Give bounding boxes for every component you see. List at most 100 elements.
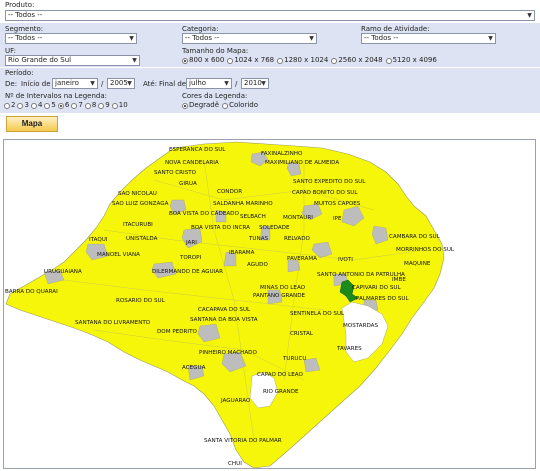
tamanho-option-2560[interactable]: 2560 x 2048: [331, 56, 383, 65]
city-label: IMBE: [392, 277, 406, 283]
city-label: DOM PEDRITO: [157, 329, 197, 335]
tamanho-label: Tamanho do Mapa:: [182, 47, 249, 55]
uf-value: Rio Grande do Sul: [8, 56, 72, 64]
tamanho-option-800[interactable]: 800 x 600: [182, 56, 224, 65]
city-label: MAQUINE: [404, 261, 431, 267]
date-separator: /: [235, 80, 238, 88]
city-label: SANTANA DO LIVRAMENTO: [75, 320, 151, 326]
city-label: IBARAMA: [229, 250, 255, 256]
mes-inicio-value: janeiro: [55, 79, 79, 87]
city-label: ROSARIO DO SUL: [116, 298, 166, 304]
map-frame: ESPERANCA DO SUL FAXINALZINHO NOVA CANDE…: [3, 139, 536, 469]
radio-icon: [111, 102, 118, 109]
city-label: MANOEL VIANA: [97, 252, 140, 258]
produto-label: Produto:: [5, 1, 35, 9]
tamanho-option-5120[interactable]: 5120 x 4096: [385, 56, 437, 65]
city-label: CAPAO BONITO DO SUL: [292, 190, 358, 196]
city-label: IPE: [333, 216, 342, 222]
city-label: SANTO EXPEDITO DO SUL: [293, 179, 366, 185]
filters-row: Segmento: -- Todos -- ▼ Categoria: -- To…: [0, 23, 540, 45]
radio-icon: [44, 102, 51, 109]
intervalo-option-3[interactable]: 3: [17, 101, 29, 110]
city-label: SANTANA DA BOA VISTA: [190, 317, 258, 323]
intervalo-option-label: 10: [118, 101, 128, 109]
city-label: ESPERANCA DO SUL: [169, 147, 226, 153]
chevron-down-icon: ▼: [129, 35, 134, 42]
tamanho-option-label: 800 x 600: [189, 56, 225, 64]
radio-icon: [385, 57, 392, 64]
city-label: IVOTI: [338, 257, 353, 263]
city-label: JARI: [185, 240, 197, 246]
city-label: PAVERAMA: [287, 256, 317, 262]
mes-inicio-select[interactable]: janeiro ▼: [52, 78, 98, 89]
final-label: Final de: [159, 80, 187, 88]
chevron-down-icon: ▼: [527, 12, 532, 19]
intervalo-option-2[interactable]: 2: [4, 101, 15, 110]
cores-option-degrade[interactable]: Degradê: [182, 101, 219, 110]
intervalo-option-4[interactable]: 4: [30, 101, 43, 110]
intervalo-option-label: 6: [64, 101, 70, 109]
tamanho-option-label: 2560 x 2048: [338, 56, 383, 64]
ate-label: Até:: [143, 80, 158, 88]
cores-option-colorido[interactable]: Colorido: [222, 101, 258, 110]
radio-selected-icon: [182, 57, 188, 64]
city-label: TOROPI: [179, 255, 201, 261]
chevron-down-icon: ▼: [309, 35, 314, 42]
intervalo-option-8[interactable]: 8: [84, 101, 96, 110]
city-label: URUGUAIANA: [44, 269, 82, 275]
radio-icon: [227, 57, 234, 64]
tamanho-option-1280[interactable]: 1280 x 1024: [277, 56, 328, 65]
mes-final-select[interactable]: julho ▼: [186, 78, 232, 89]
city-label: ITAQUI: [89, 237, 108, 243]
city-label: PANTANO GRANDE: [253, 293, 306, 299]
chevron-down-icon: ▼: [132, 57, 137, 64]
segmento-select[interactable]: -- Todos -- ▼: [5, 33, 137, 44]
chevron-down-icon: ▼: [127, 80, 132, 87]
date-separator: /: [101, 80, 104, 88]
cores-radios: Degradê Colorido: [182, 101, 258, 110]
ano-final-select[interactable]: 2010 ▼: [241, 78, 269, 89]
radio-selected-icon: [182, 102, 188, 109]
radio-icon: [17, 102, 24, 109]
legend-row: Nº de Intervalos na Legenda: 2 3 4 5 6 7…: [0, 91, 540, 113]
radio-icon: [277, 57, 284, 64]
ano-inicio-select[interactable]: 2005 ▼: [107, 78, 135, 89]
uf-select[interactable]: Rio Grande do Sul ▼: [5, 55, 140, 66]
intervalo-option-label: 5: [51, 101, 56, 109]
city-label: CAPIVARI DO SUL: [352, 285, 401, 291]
city-label: UNISTALDA: [126, 236, 158, 242]
mapa-button[interactable]: Mapa: [6, 116, 58, 132]
city-label: NOVA CANDELARIA: [165, 160, 219, 166]
city-label: SAO LUIZ GONZAGA: [112, 201, 169, 207]
cores-option-label: Degradê: [189, 101, 220, 109]
city-label: CAPAO DO LEAO: [257, 372, 304, 378]
intervalo-option-10[interactable]: 10: [111, 101, 128, 110]
city-label: CAMBARA DO SUL: [389, 234, 441, 240]
tamanho-option-1024[interactable]: 1024 x 768: [227, 56, 274, 65]
intervalo-option-6[interactable]: 6: [57, 101, 70, 110]
intervalo-option-5[interactable]: 5: [44, 101, 56, 110]
radio-icon: [30, 102, 37, 109]
city-label: DILERMANDO DE AGUIAR: [152, 269, 223, 275]
city-label: GIRUA: [179, 181, 197, 187]
city-label: SANTO CRISTO: [154, 170, 197, 176]
intervalo-option-label: 2: [11, 101, 16, 109]
intervalo-option-9[interactable]: 9: [98, 101, 110, 110]
intervalos-radios: 2 3 4 5 6 7 8 9 10: [4, 101, 128, 110]
intervalo-option-label: 4: [37, 101, 43, 109]
categoria-select[interactable]: -- Todos -- ▼: [182, 33, 317, 44]
city-label: JAGUARAO: [220, 398, 251, 404]
city-label: ITACURUBI: [123, 222, 153, 228]
ramo-value: -- Todos --: [364, 34, 399, 42]
ramo-select[interactable]: -- Todos -- ▼: [361, 33, 496, 44]
produto-value: -- Todos --: [8, 11, 43, 19]
city-label: SOLEDADE: [259, 225, 290, 231]
radio-icon: [98, 102, 105, 109]
chevron-down-icon: ▼: [488, 35, 493, 42]
radio-icon: [222, 102, 229, 109]
city-label: SANTA VITORIA DO PALMAR: [204, 438, 282, 444]
state-map[interactable]: ESPERANCA DO SUL FAXINALZINHO NOVA CANDE…: [4, 140, 536, 469]
produto-select[interactable]: -- Todos -- ▼: [5, 10, 535, 21]
city-label: AGUDO: [247, 262, 268, 268]
intervalo-option-7[interactable]: 7: [71, 101, 83, 110]
